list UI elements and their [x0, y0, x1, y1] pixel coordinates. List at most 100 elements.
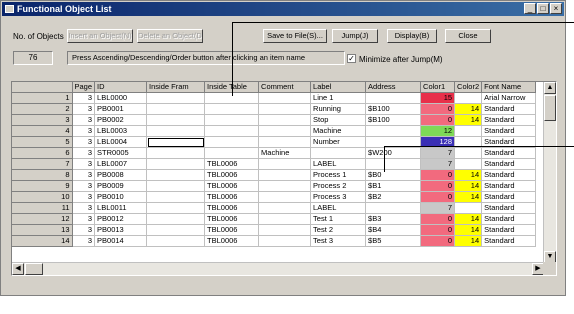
table-row[interactable]: 11 3 LBL0011 TBL0006 LABEL 7 Standard: [12, 202, 537, 214]
maximize-button[interactable]: □: [537, 3, 549, 14]
vertical-scrollbar[interactable]: ▲ ▼: [543, 82, 556, 263]
column-header[interactable]: Address: [365, 82, 422, 93]
inside-table-cell[interactable]: TBL0006: [204, 224, 260, 236]
color2-cell[interactable]: [454, 125, 483, 137]
column-header[interactable]: ID: [94, 82, 148, 93]
inside-fram-cell[interactable]: [146, 114, 206, 126]
grid-corner-header[interactable]: [12, 82, 73, 93]
table-row[interactable]: 7 3 LBL0007 TBL0006 LABEL 7 Standard: [12, 158, 537, 170]
address-cell[interactable]: [365, 92, 422, 104]
id-cell[interactable]: PB0002: [94, 114, 148, 126]
page-cell[interactable]: 3: [72, 224, 96, 236]
table-row[interactable]: 9 3 PB0009 TBL0006 Process 2 $B1 0 14 Standard: [12, 180, 537, 192]
label-cell[interactable]: Running: [310, 103, 367, 115]
font-name-cell[interactable]: Standard: [481, 114, 537, 126]
page-cell[interactable]: 3: [72, 235, 96, 247]
comment-cell[interactable]: [258, 169, 312, 181]
color1-cell[interactable]: 0: [420, 191, 456, 203]
color1-cell[interactable]: 0: [420, 169, 456, 181]
row-number[interactable]: 2: [12, 103, 73, 115]
jump-button[interactable]: Jump(J): [332, 29, 378, 43]
column-header[interactable]: Inside Fram: [146, 82, 206, 93]
page-cell[interactable]: 3: [72, 180, 96, 192]
inside-table-cell[interactable]: TBL0006: [204, 213, 260, 225]
comment-cell[interactable]: [258, 136, 312, 148]
comment-cell[interactable]: Machine: [258, 147, 312, 159]
scroll-up-icon[interactable]: ▲: [544, 82, 556, 94]
inside-fram-cell[interactable]: [146, 213, 206, 225]
table-row[interactable]: 14 3 PB0014 TBL0006 Test 3 $B5 0 14 Standard: [12, 235, 537, 247]
id-cell[interactable]: LBL0011: [94, 202, 148, 214]
color2-cell[interactable]: 14: [454, 169, 483, 181]
id-cell[interactable]: PB0014: [94, 235, 148, 247]
id-cell[interactable]: LBL0007: [94, 158, 148, 170]
label-cell[interactable]: Test 2: [310, 224, 367, 236]
page-cell[interactable]: 3: [72, 158, 96, 170]
table-row[interactable]: 3 3 PB0002 Stop $B100 0 14 Standard: [12, 114, 537, 126]
id-cell[interactable]: PB0008: [94, 169, 148, 181]
row-number[interactable]: 7: [12, 158, 73, 170]
row-number[interactable]: 11: [12, 202, 73, 214]
inside-table-cell[interactable]: TBL0006: [204, 235, 260, 247]
address-cell[interactable]: $B100: [365, 114, 422, 126]
comment-cell[interactable]: [258, 114, 312, 126]
color2-cell[interactable]: 14: [454, 180, 483, 192]
label-cell[interactable]: Process 1: [310, 169, 367, 181]
page-cell[interactable]: 3: [72, 125, 96, 137]
address-cell[interactable]: $B3: [365, 213, 422, 225]
id-cell[interactable]: PB0013: [94, 224, 148, 236]
font-name-cell[interactable]: Standard: [481, 202, 537, 214]
color2-cell[interactable]: [454, 158, 483, 170]
id-cell[interactable]: PB0010: [94, 191, 148, 203]
row-number[interactable]: 8: [12, 169, 73, 181]
table-row[interactable]: 10 3 PB0010 TBL0006 Process 3 $B2 0 14 Standard: [12, 191, 537, 203]
address-cell[interactable]: $B1: [365, 180, 422, 192]
color2-cell[interactable]: [454, 147, 483, 159]
label-cell[interactable]: Test 3: [310, 235, 367, 247]
id-cell[interactable]: STR0005: [94, 147, 148, 159]
inside-table-cell[interactable]: [204, 114, 260, 126]
vertical-scroll-thumb[interactable]: [544, 95, 556, 121]
row-number[interactable]: 9: [12, 180, 73, 192]
address-cell[interactable]: $B0: [365, 169, 422, 181]
color1-cell[interactable]: 15: [420, 92, 456, 104]
address-cell[interactable]: [365, 202, 422, 214]
comment-cell[interactable]: [258, 158, 312, 170]
font-name-cell[interactable]: Standard: [481, 180, 537, 192]
color1-cell[interactable]: 0: [420, 224, 456, 236]
inside-table-cell[interactable]: [204, 125, 260, 137]
color1-cell[interactable]: 0: [420, 180, 456, 192]
label-cell[interactable]: Machine: [310, 125, 367, 137]
table-row[interactable]: 4 3 LBL0003 Machine 12 Standard: [12, 125, 537, 137]
page-cell[interactable]: 3: [72, 114, 96, 126]
color2-cell[interactable]: [454, 92, 483, 104]
row-number[interactable]: 5: [12, 136, 73, 148]
table-row[interactable]: 13 3 PB0013 TBL0006 Test 2 $B4 0 14 Standard: [12, 224, 537, 236]
label-cell[interactable]: LABEL: [310, 158, 367, 170]
color1-cell[interactable]: 7: [420, 202, 456, 214]
color2-cell[interactable]: 14: [454, 103, 483, 115]
color1-cell[interactable]: 0: [420, 235, 456, 247]
insert-object-button[interactable]: Insert an Object(N): [67, 29, 133, 43]
row-number[interactable]: 10: [12, 191, 73, 203]
address-cell[interactable]: [365, 158, 422, 170]
inside-fram-cell[interactable]: [146, 235, 206, 247]
page-cell[interactable]: 3: [72, 213, 96, 225]
title-bar[interactable]: Functional Object List _ □ ×: [2, 2, 564, 16]
inside-fram-cell[interactable]: [146, 169, 206, 181]
horizontal-scroll-thumb[interactable]: [25, 263, 43, 275]
row-number[interactable]: 13: [12, 224, 73, 236]
font-name-cell[interactable]: Standard: [481, 235, 537, 247]
inside-table-cell[interactable]: TBL0006: [204, 180, 260, 192]
inside-fram-cell[interactable]: [146, 125, 206, 137]
inside-fram-cell[interactable]: [146, 158, 206, 170]
comment-cell[interactable]: [258, 213, 312, 225]
font-name-cell[interactable]: Standard: [481, 169, 537, 181]
table-row[interactable]: 6 3 STR0005 Machine $W200 7 Standard: [12, 147, 537, 159]
row-number[interactable]: 6: [12, 147, 73, 159]
comment-cell[interactable]: [258, 180, 312, 192]
table-row[interactable]: 2 3 PB0001 Running $B100 0 14 Standard: [12, 103, 537, 115]
column-header[interactable]: Page: [72, 82, 96, 93]
font-name-cell[interactable]: Standard: [481, 213, 537, 225]
column-header[interactable]: Label: [310, 82, 367, 93]
